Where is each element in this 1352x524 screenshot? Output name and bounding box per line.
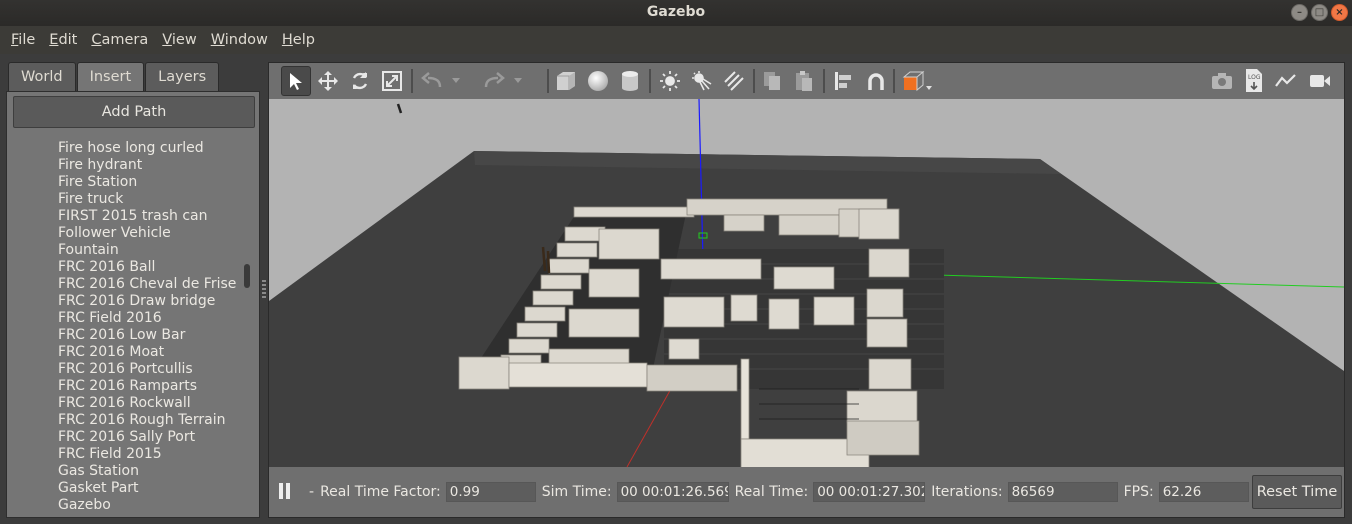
- log-icon[interactable]: LOG: [1239, 66, 1269, 96]
- window-controls: – □ ×: [1291, 4, 1348, 21]
- iterations-value: 86569: [1007, 482, 1118, 502]
- menu-window[interactable]: Window: [204, 32, 275, 48]
- menu-edit[interactable]: Edit: [42, 32, 84, 48]
- model-list-item[interactable]: Fire hydrant: [58, 157, 236, 174]
- model-list-item[interactable]: Gasket Part: [58, 480, 236, 497]
- model-list-item[interactable]: FRC 2016 Cheval de Frise: [58, 276, 236, 293]
- left-wing-front-wall: [508, 362, 648, 388]
- menu-file[interactable]: File: [4, 32, 42, 48]
- toolbar-separator: [411, 69, 413, 93]
- lower-left-wall: [740, 358, 750, 440]
- spot-light-icon[interactable]: [687, 66, 717, 96]
- scene-canvas: [269, 99, 1344, 467]
- tab-layers[interactable]: Layers: [145, 62, 220, 91]
- undo-dropdown-icon[interactable]: [449, 66, 463, 96]
- real-time-factor-value: 0.99: [445, 482, 536, 502]
- fps-label: FPS:: [1123, 484, 1154, 500]
- tab-world[interactable]: World: [8, 62, 76, 91]
- menu-bar: File Edit Camera View Window Help: [0, 26, 1352, 54]
- pause-icon[interactable]: [279, 483, 293, 501]
- toolbar-separator: [753, 69, 755, 93]
- iterations-label: Iterations:: [931, 484, 1003, 500]
- menu-view[interactable]: View: [155, 32, 203, 48]
- maximize-button[interactable]: □: [1311, 4, 1328, 21]
- select-arrow-icon[interactable]: [281, 66, 311, 96]
- point-light-icon[interactable]: [655, 66, 685, 96]
- step-button[interactable]: -: [309, 484, 314, 500]
- sim-time-label: Sim Time:: [541, 484, 612, 500]
- left-panel: World Insert Layers Add Path Fire hose l…: [6, 62, 260, 518]
- redo-icon[interactable]: [479, 66, 509, 96]
- model-list-item[interactable]: FRC 2016 Rough Terrain: [58, 412, 236, 429]
- paste-icon[interactable]: [789, 66, 819, 96]
- toolbar-separator: [893, 69, 895, 93]
- model-list-item[interactable]: Gas Station: [58, 463, 236, 480]
- toolbar-separator: [649, 69, 651, 93]
- model-list-item[interactable]: FRC 2016 Sally Port: [58, 429, 236, 446]
- model-list-item[interactable]: FRC 2016 Low Bar: [58, 327, 236, 344]
- menu-help[interactable]: Help: [275, 32, 322, 48]
- insert-panel: Add Path Fire hose long curled Fire hydra…: [6, 91, 260, 518]
- box-shape-icon[interactable]: [551, 66, 581, 96]
- tab-insert[interactable]: Insert: [76, 62, 145, 93]
- real-time-label: Real Time:: [734, 484, 809, 500]
- translate-icon[interactable]: [313, 66, 343, 96]
- fps-value: 62.26: [1158, 482, 1249, 502]
- model-list-item[interactable]: Follower Vehicle: [58, 225, 236, 242]
- plot-icon[interactable]: [1271, 66, 1301, 96]
- panel-tabs: World Insert Layers: [8, 62, 220, 93]
- model-list-item[interactable]: FRC Field 2016: [58, 310, 236, 327]
- lower-right-block: [846, 420, 920, 456]
- close-button[interactable]: ×: [1331, 4, 1348, 21]
- copy-icon[interactable]: [757, 66, 787, 96]
- list-scrollbar[interactable]: [244, 264, 250, 288]
- real-time-value: 00 00:01:27.302: [813, 482, 926, 502]
- menu-camera[interactable]: Camera: [84, 32, 155, 48]
- model-list-item[interactable]: Fire Station: [58, 174, 236, 191]
- model-list-item[interactable]: FRC 2016 Draw bridge: [58, 293, 236, 310]
- video-record-icon[interactable]: [1305, 66, 1335, 96]
- model-list-item[interactable]: FRC 2016 Rockwall: [58, 395, 236, 412]
- cylinder-shape-icon[interactable]: [615, 66, 645, 96]
- model-list-item[interactable]: Gazebo: [58, 497, 236, 514]
- window-titlebar: Gazebo – □ ×: [0, 0, 1352, 26]
- model-list-item[interactable]: Fountain: [58, 242, 236, 259]
- panel-splitter-handle[interactable]: [262, 280, 266, 300]
- snap-icon[interactable]: [861, 66, 891, 96]
- undo-icon[interactable]: [417, 66, 447, 96]
- model-list-item[interactable]: FRC 2016 Ball: [58, 259, 236, 276]
- redo-dropdown-icon[interactable]: [511, 66, 525, 96]
- scene-viewport[interactable]: [269, 99, 1344, 467]
- screenshot-icon[interactable]: [1207, 66, 1237, 96]
- model-list-item[interactable]: FRC 2016 Moat: [58, 344, 236, 361]
- model-list: Fire hose long curled Fire hydrant Fire St…: [58, 140, 236, 514]
- status-bar: - Real Time Factor: 0.99 Sim Time: 00 00…: [269, 467, 1344, 517]
- sim-time-value: 00 00:01:26.569: [616, 482, 729, 502]
- add-path-button[interactable]: Add Path: [13, 96, 255, 128]
- scene-toolbar: LOG: [269, 63, 1344, 99]
- render-area: LOG - Real Time Factor: 0.99 Sim Time: 0…: [268, 62, 1345, 518]
- model-list-item[interactable]: Fire truck: [58, 191, 236, 208]
- toolbar-separator: [547, 69, 549, 93]
- log-badge-text: LOG: [1248, 74, 1261, 81]
- center-front-wall: [646, 364, 738, 392]
- model-list-item[interactable]: FRC 2016 Ramparts: [58, 378, 236, 395]
- model-list-item[interactable]: FRC 2016 Portcullis: [58, 361, 236, 378]
- sphere-shape-icon[interactable]: [583, 66, 613, 96]
- minimize-button[interactable]: –: [1291, 4, 1308, 21]
- toolbar-separator: [823, 69, 825, 93]
- align-icon[interactable]: [829, 66, 859, 96]
- scale-icon[interactable]: [377, 66, 407, 96]
- reset-time-button[interactable]: Reset Time: [1252, 475, 1342, 509]
- window-title: Gazebo: [646, 4, 706, 20]
- model-list-item[interactable]: FIRST 2015 trash can: [58, 208, 236, 225]
- directional-light-icon[interactable]: [719, 66, 749, 96]
- model-list-item[interactable]: FRC Field 2015: [58, 446, 236, 463]
- view-angle-icon[interactable]: [897, 66, 937, 96]
- rotate-icon[interactable]: [345, 66, 375, 96]
- model-list-item[interactable]: Fire hose long curled: [58, 140, 236, 157]
- real-time-factor-label: Real Time Factor:: [320, 484, 441, 500]
